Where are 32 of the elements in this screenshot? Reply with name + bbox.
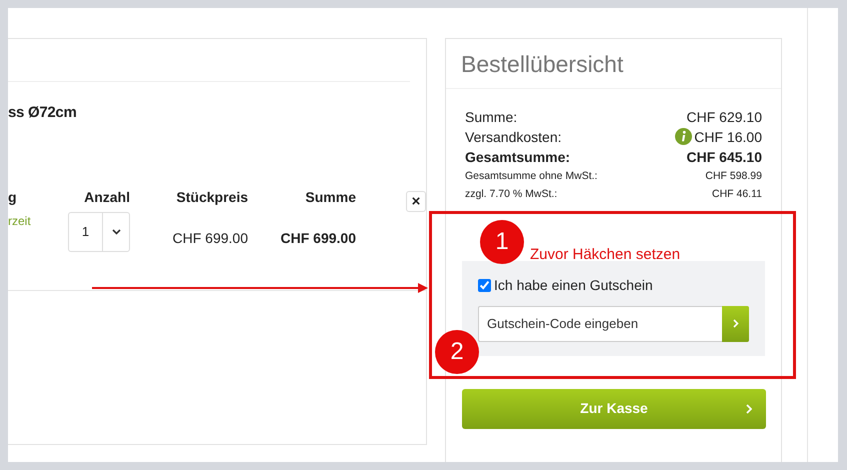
summary-value: CHF 645.10 xyxy=(686,148,762,166)
line-total: CHF 699.00 xyxy=(280,228,356,248)
column-header: Anzahl xyxy=(84,188,130,206)
coupon-checkbox[interactable] xyxy=(478,278,491,292)
chevron-right-icon xyxy=(732,319,738,328)
summary-label: zzgl. 7.70 % MwSt.: xyxy=(465,186,558,202)
column-header: g xyxy=(8,188,18,207)
annotation-note: Zuvor Häkchen setzen xyxy=(530,245,680,265)
summary-value: CHF 46.11 xyxy=(712,186,762,202)
summary-value: CHF 598.99 xyxy=(705,168,762,184)
coupon-code-field[interactable]: Gutschein-Code eingeben xyxy=(478,306,722,342)
summary-title: Bestellübersicht xyxy=(446,39,781,88)
step-marker: 1 xyxy=(480,220,524,264)
summary-label: Gesamtsumme: xyxy=(465,148,570,166)
summary-value: CHF 16.00 xyxy=(694,128,762,146)
summary-label: Gesamtsumme ohne MwSt.: xyxy=(465,168,598,184)
column-header: Summe xyxy=(304,188,356,206)
column-header: Stückpreis xyxy=(175,188,248,207)
chevron-down-icon xyxy=(112,228,120,234)
summary-value: CHF 629.10 xyxy=(686,108,762,126)
availability-text: rzeit xyxy=(8,212,32,230)
checkbox-label: Ich habe einen Gutschein xyxy=(494,276,653,294)
summary-label: Summe: xyxy=(465,108,518,126)
product-title: ss Ø72cm xyxy=(8,103,78,123)
unit-price: CHF 699.00 xyxy=(172,228,248,248)
step-marker: 2 xyxy=(435,330,479,374)
quantity-select[interactable]: 1 xyxy=(68,212,130,252)
summary-label: Versandkosten: xyxy=(465,128,562,146)
remove-button[interactable]: × xyxy=(406,190,426,212)
chevron-right-icon xyxy=(746,404,752,414)
info-icon[interactable] xyxy=(675,128,692,145)
apply-button[interactable] xyxy=(722,306,749,342)
